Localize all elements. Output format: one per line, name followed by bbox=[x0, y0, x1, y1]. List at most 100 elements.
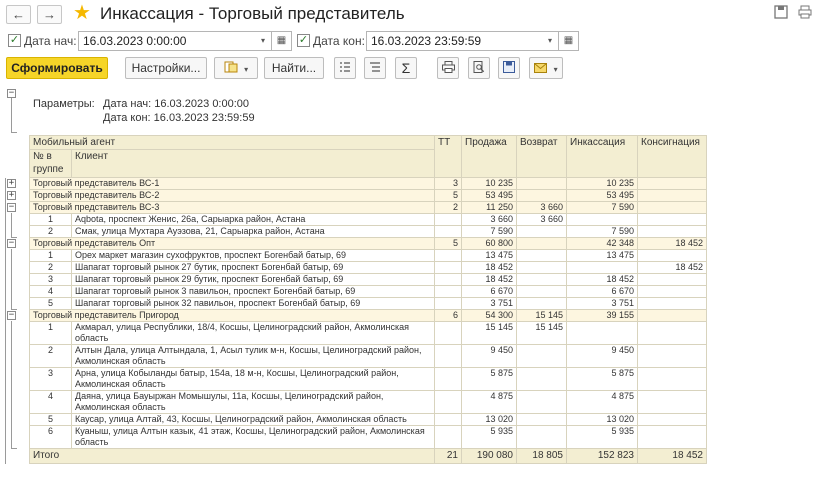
row-consignment bbox=[637, 273, 707, 286]
row-return bbox=[516, 285, 567, 298]
variant-button[interactable]: ▾ bbox=[214, 57, 258, 79]
print-icon[interactable] bbox=[797, 5, 813, 21]
date-to-input[interactable]: 16.03.2023 23:59:59 bbox=[366, 31, 559, 51]
row-collection: 18 452 bbox=[566, 273, 638, 286]
collapse-toggle-icon[interactable]: − bbox=[7, 203, 16, 212]
row-consignment bbox=[637, 249, 707, 262]
expand-groups-button[interactable] bbox=[334, 57, 356, 79]
row-tt bbox=[434, 249, 462, 262]
params-date-from: Дата нач: 16.03.2023 0:00:00 bbox=[103, 98, 250, 110]
group-consignment bbox=[637, 309, 707, 322]
group-row[interactable]: Торговый представитель Опт 5 60 800 42 348 1… bbox=[29, 237, 707, 250]
total-label: Итого bbox=[29, 448, 435, 464]
row-consignment bbox=[637, 344, 707, 368]
group-tt: 6 bbox=[434, 309, 462, 322]
client-name: Шапагат торговый рынок 3 павильон, просп… bbox=[71, 285, 435, 298]
row-consignment bbox=[637, 225, 707, 238]
row-return bbox=[516, 225, 567, 238]
date-from-dropdown-icon[interactable]: ▾ bbox=[255, 31, 271, 51]
row-number: 4 bbox=[29, 390, 72, 414]
table-row[interactable]: 1 Орех маркет магазин сухофруктов, проспе… bbox=[29, 249, 707, 262]
table-row[interactable]: 1 Акмарал, улица Республики, 18/4, Косшы,… bbox=[29, 321, 707, 345]
group-row[interactable]: Торговый представитель Пригород 6 54 300 15… bbox=[29, 309, 707, 322]
favorite-star-icon[interactable]: ★ bbox=[73, 2, 91, 24]
report-toolbar: Сформировать Настройки... ▾ Найти... Σ ▾ bbox=[0, 57, 817, 81]
col-group-no-header: № в группе bbox=[29, 149, 72, 178]
arrow-right-icon: → bbox=[43, 7, 56, 22]
client-name: Aqbota, проспект Женис, 26а, Сарыарка ра… bbox=[71, 213, 435, 226]
row-tt bbox=[434, 285, 462, 298]
total-consignment: 18 452 bbox=[637, 448, 707, 464]
expand-toggle-icon[interactable]: + bbox=[7, 179, 16, 188]
client-name: Алтын Дала, улица Алтындала, 1, Асыл тул… bbox=[71, 344, 435, 368]
window-actions bbox=[773, 5, 813, 23]
date-to-label: Дата кон: bbox=[313, 34, 365, 48]
row-number: 2 bbox=[29, 344, 72, 368]
group-return bbox=[516, 237, 567, 250]
collapse-toggle-icon[interactable]: − bbox=[7, 311, 16, 320]
table-row[interactable]: 3 Шапагат торговый рынок 29 бутик, проспе… bbox=[29, 273, 707, 286]
collapse-toggle-icon[interactable]: − bbox=[7, 89, 16, 98]
group-return: 15 145 bbox=[516, 309, 567, 322]
print-button[interactable] bbox=[437, 57, 459, 79]
row-return bbox=[516, 273, 567, 286]
generate-button[interactable]: Сформировать bbox=[6, 57, 108, 79]
table-row[interactable]: 4 Даяна, улица Бауыржан Момышулы, 11а, Ко… bbox=[29, 390, 707, 414]
row-collection: 7 590 bbox=[566, 225, 638, 238]
preview-button[interactable] bbox=[468, 57, 490, 79]
report-spreadsheet: − Параметры: Дата нач: 16.03.2023 0:00:0… bbox=[4, 87, 817, 482]
group-row[interactable]: Торговый представитель ВС-1 3 10 235 10 235 bbox=[29, 177, 707, 190]
group-consignment bbox=[637, 177, 707, 190]
back-button[interactable]: ← bbox=[6, 5, 31, 24]
table-row[interactable]: 4 Шапагат торговый рынок 3 павильон, прос… bbox=[29, 285, 707, 298]
row-sale: 3 751 bbox=[461, 297, 517, 310]
collapse-groups-button[interactable] bbox=[364, 57, 386, 79]
total-sale: 190 080 bbox=[461, 448, 517, 464]
send-button[interactable]: ▾ bbox=[529, 57, 563, 79]
row-tt bbox=[434, 297, 462, 310]
expand-toggle-icon[interactable]: + bbox=[7, 191, 16, 200]
table-row[interactable]: 6 Куаныш, улица Алтын казык, 41 этаж, Кос… bbox=[29, 425, 707, 449]
report-variant-icon bbox=[224, 61, 241, 75]
row-number: 1 bbox=[29, 321, 72, 345]
calendar-icon[interactable]: ▦ bbox=[272, 31, 292, 51]
calendar-icon[interactable]: ▦ bbox=[559, 31, 579, 51]
client-name: Шапагат торговый рынок 29 бутик, проспек… bbox=[71, 273, 435, 286]
row-consignment: 18 452 bbox=[637, 261, 707, 274]
row-tt bbox=[434, 261, 462, 274]
table-row[interactable]: 2 Шапагат торговый рынок 27 бутик, проспе… bbox=[29, 261, 707, 274]
row-consignment bbox=[637, 367, 707, 391]
date-from-checkbox[interactable]: ✓ bbox=[8, 34, 21, 47]
group-name: Торговый представитель ВС-3 bbox=[29, 201, 435, 214]
table-row[interactable]: 3 Арна, улица Кобыланды батыр, 154а, 18 м… bbox=[29, 367, 707, 391]
settings-button[interactable]: Настройки... bbox=[125, 57, 207, 79]
arrow-left-icon: ← bbox=[12, 7, 25, 22]
table-row[interactable]: 1 Aqbota, проспект Женис, 26а, Сарыарка р… bbox=[29, 213, 707, 226]
forward-button[interactable]: → bbox=[37, 5, 62, 24]
date-from-input[interactable]: 16.03.2023 0:00:00 bbox=[78, 31, 272, 51]
printer-icon bbox=[441, 61, 455, 75]
client-name: Даяна, улица Бауыржан Момышулы, 11а, Кос… bbox=[71, 390, 435, 414]
date-to-dropdown-icon[interactable]: ▾ bbox=[542, 31, 558, 51]
date-from-value: 16.03.2023 0:00:00 bbox=[83, 34, 187, 48]
total-tt: 21 bbox=[434, 448, 462, 464]
date-to-checkbox[interactable]: ✓ bbox=[297, 34, 310, 47]
row-number: 1 bbox=[29, 249, 72, 262]
find-button[interactable]: Найти... bbox=[264, 57, 324, 79]
group-row[interactable]: Торговый представитель ВС-3 2 11 250 3 660 7… bbox=[29, 201, 707, 214]
row-collection: 5 935 bbox=[566, 425, 638, 449]
row-consignment bbox=[637, 285, 707, 298]
row-consignment bbox=[637, 297, 707, 310]
table-row[interactable]: 5 Шапагат торговый рынок 32 павильон, про… bbox=[29, 297, 707, 310]
group-consignment: 18 452 bbox=[637, 237, 707, 250]
sum-button[interactable]: Σ bbox=[395, 57, 417, 79]
group-row[interactable]: Торговый представитель ВС-2 5 53 495 53 495 bbox=[29, 189, 707, 202]
save-report-button[interactable] bbox=[498, 57, 520, 79]
table-row[interactable]: 2 Смак, улица Мухтара Ауэзова, 21, Сарыар… bbox=[29, 225, 707, 238]
group-return bbox=[516, 189, 567, 202]
total-return: 18 805 bbox=[516, 448, 567, 464]
save-icon[interactable] bbox=[773, 5, 789, 21]
table-row[interactable]: 2 Алтын Дала, улица Алтындала, 1, Асыл ту… bbox=[29, 344, 707, 368]
collapse-toggle-icon[interactable]: − bbox=[7, 239, 16, 248]
table-row[interactable]: 5 Каусар, улица Алтай, 43, Косшы, Целиног… bbox=[29, 413, 707, 426]
